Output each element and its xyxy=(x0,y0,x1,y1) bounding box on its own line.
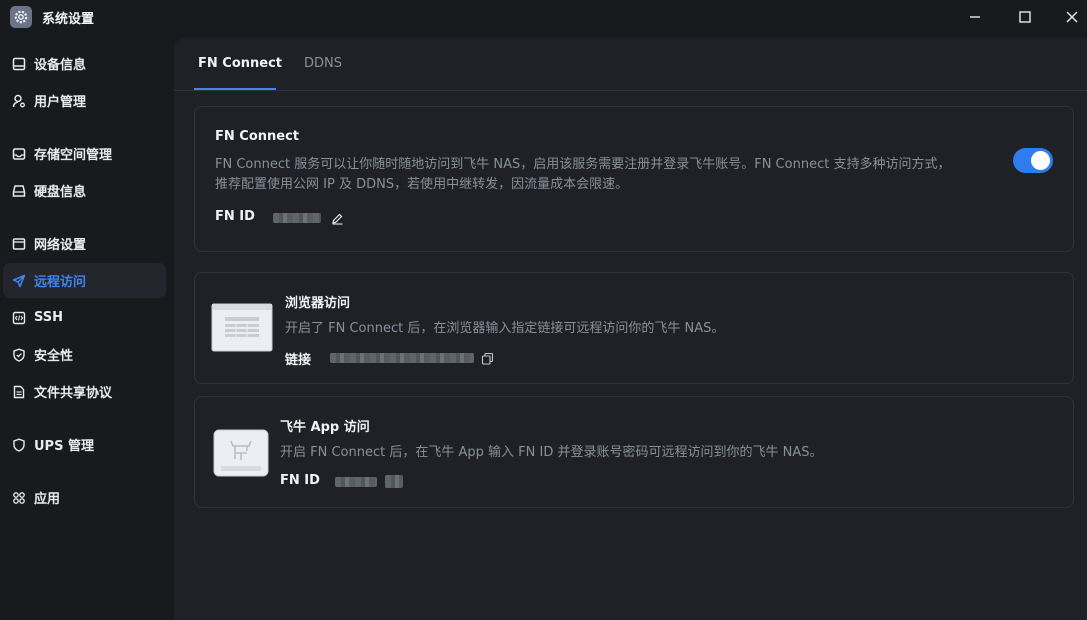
maximize-icon[interactable] xyxy=(1011,4,1039,30)
link-label: 链接 xyxy=(285,353,312,368)
app-fn-id-value-redacted xyxy=(335,477,377,487)
sidebar-item-ssh[interactable]: SSH xyxy=(3,300,166,335)
user-gear-icon xyxy=(11,93,27,109)
toggle-knob xyxy=(1031,151,1050,170)
sidebar-item-label: SSH xyxy=(34,310,64,325)
sidebar-item-apps[interactable]: 应用 xyxy=(3,480,166,515)
sidebar-item-label: 安全性 xyxy=(34,349,74,364)
browser-access-description: 开启了 FN Connect 后，在浏览器输入指定链接可远程访问你的飞牛 NAS… xyxy=(285,321,725,336)
document-icon xyxy=(11,384,27,400)
sidebar: 设备信息 用户管理 存储空间管理 硬盘信息 网络设置 远程访问 SSH 安全性 … xyxy=(0,40,174,620)
browser-access-card: 浏览器访问 开启了 FN Connect 后，在浏览器输入指定链接可远程访问你的… xyxy=(194,272,1074,384)
browser-illustration-icon xyxy=(211,303,273,352)
sidebar-item-label: 硬盘信息 xyxy=(34,185,87,200)
sidebar-item-label: 应用 xyxy=(34,492,61,507)
app-access-title: 飞牛 App 访问 xyxy=(280,420,370,435)
sidebar-item-ups[interactable]: UPS 管理 xyxy=(3,427,166,462)
settings-window: 系统设置 设备信息 用户管理 存储空间管理 硬盘信息 网络设置 远程访问 SSH… xyxy=(0,0,1087,620)
sidebar-item-security[interactable]: 安全性 xyxy=(3,337,166,372)
sidebar-item-network[interactable]: 网络设置 xyxy=(3,226,166,261)
code-icon xyxy=(11,310,27,326)
title-bar: 系统设置 xyxy=(0,0,1087,34)
sidebar-item-label: 设备信息 xyxy=(34,58,87,73)
gear-icon xyxy=(10,6,32,28)
app-fn-id-label: FN ID xyxy=(280,473,320,488)
sidebar-item-label: 存储空间管理 xyxy=(34,148,113,163)
disk-icon xyxy=(11,183,27,199)
fn-connect-description-line2: 推荐配置使用公网 IP 及 DDNS，若使用中继转发，因流量成本会限速。 xyxy=(215,177,629,192)
app-illustration-icon xyxy=(213,429,269,477)
app-access-description: 开启 FN Connect 后，在飞牛 App 输入 FN ID 并登录账号密码… xyxy=(280,445,823,460)
tab-ddns[interactable]: DDNS xyxy=(304,56,342,71)
fn-connect-toggle[interactable] xyxy=(1013,148,1053,173)
sidebar-item-disk-info[interactable]: 硬盘信息 xyxy=(3,173,166,208)
tab-bar: FN Connect DDNS xyxy=(174,38,1087,91)
storage-icon xyxy=(11,146,27,162)
network-icon xyxy=(11,236,27,252)
edit-icon[interactable] xyxy=(331,210,345,225)
sidebar-item-remote-access[interactable]: 远程访问 xyxy=(3,263,166,298)
browser-access-title: 浏览器访问 xyxy=(285,296,351,311)
fn-connect-title: FN Connect xyxy=(215,129,300,144)
main-panel: FN Connect DDNS FN Connect FN Connect 服务… xyxy=(174,38,1087,620)
window-title: 系统设置 xyxy=(42,12,95,27)
shield-check-icon xyxy=(11,347,27,363)
sidebar-item-label: UPS 管理 xyxy=(34,439,94,454)
sidebar-item-label: 文件共享协议 xyxy=(34,386,113,401)
apps-icon xyxy=(11,490,27,506)
active-tab-indicator xyxy=(194,88,276,90)
copy-icon[interactable] xyxy=(481,350,495,365)
close-icon[interactable] xyxy=(1058,4,1086,30)
link-value-redacted xyxy=(330,353,474,363)
tab-fn-connect[interactable]: FN Connect xyxy=(198,56,282,71)
sidebar-item-file-sharing[interactable]: 文件共享协议 xyxy=(3,374,166,409)
sidebar-item-label: 远程访问 xyxy=(34,275,87,290)
fn-connect-card: FN Connect FN Connect 服务可以让你随时随地访问到飞牛 NA… xyxy=(194,106,1074,252)
fn-id-value-redacted xyxy=(273,213,321,223)
sidebar-item-label: 网络设置 xyxy=(34,238,87,253)
send-icon xyxy=(11,273,27,289)
monitor-icon xyxy=(11,56,27,72)
minimize-icon[interactable] xyxy=(961,4,989,30)
sidebar-item-storage[interactable]: 存储空间管理 xyxy=(3,136,166,171)
app-access-card: 飞牛 App 访问 开启 FN Connect 后，在飞牛 App 输入 FN … xyxy=(194,396,1074,508)
app-fn-id-extra-redacted xyxy=(385,475,403,488)
sidebar-item-device-info[interactable]: 设备信息 xyxy=(3,46,166,81)
fn-connect-description-line1: FN Connect 服务可以让你随时随地访问到飞牛 NAS，启用该服务需要注册… xyxy=(215,157,951,172)
shield-icon xyxy=(11,437,27,453)
fn-id-label: FN ID xyxy=(215,209,255,224)
sidebar-item-user-management[interactable]: 用户管理 xyxy=(3,83,166,118)
sidebar-item-label: 用户管理 xyxy=(34,95,87,110)
